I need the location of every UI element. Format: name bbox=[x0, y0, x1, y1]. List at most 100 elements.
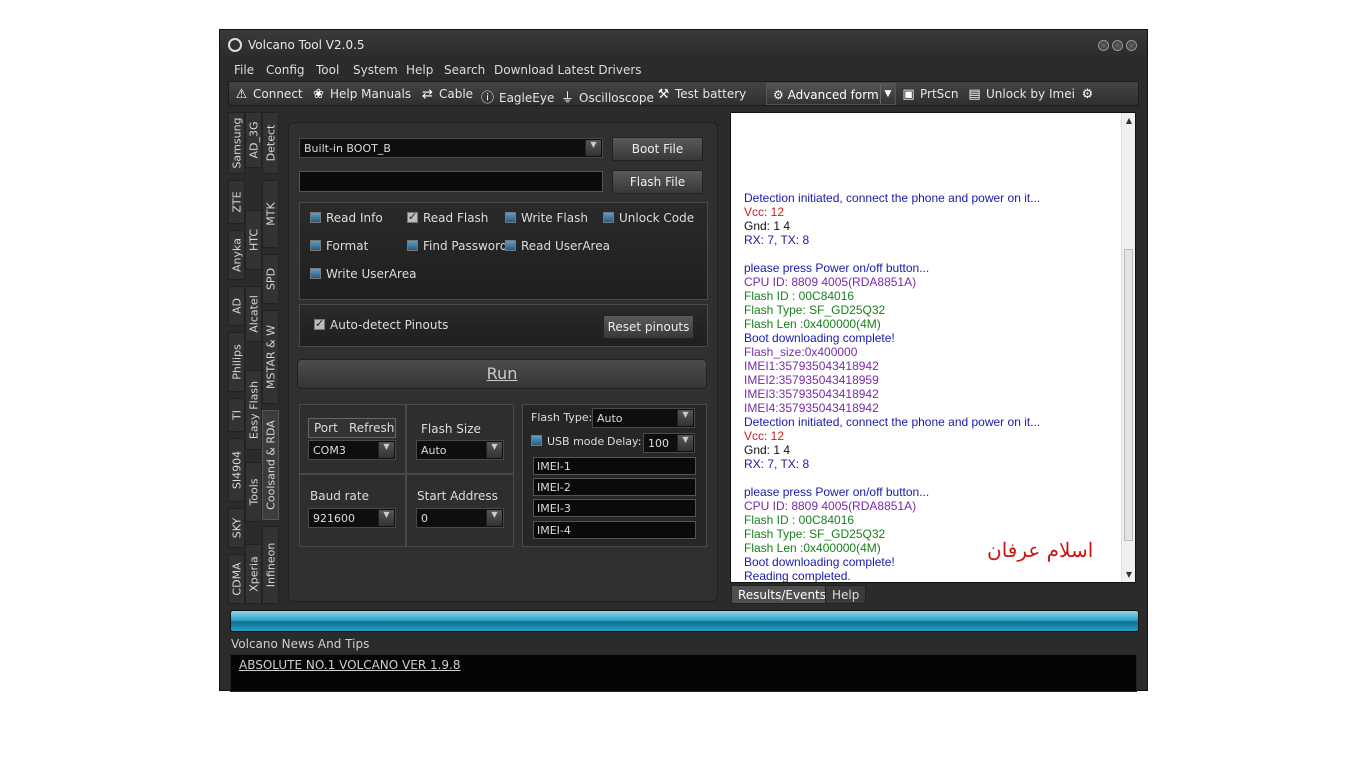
log-line: Detection initiated, connect the phone a… bbox=[744, 191, 1041, 205]
refresh-button[interactable]: Refresh bbox=[349, 421, 394, 435]
read-userarea-checkbox[interactable]: Read UserArea bbox=[505, 239, 610, 253]
minimize-button[interactable] bbox=[1098, 40, 1109, 51]
advanced-form-button[interactable]: ⚙ Advanced form ▼ bbox=[766, 83, 896, 105]
tab-spd[interactable]: SPD bbox=[262, 254, 279, 304]
cable-button[interactable]: ⇄ Cable bbox=[420, 87, 473, 102]
tab-mstar-w[interactable]: MSTAR & W bbox=[262, 310, 279, 404]
tab-easy-flash[interactable]: Easy Flash bbox=[245, 370, 262, 450]
tab-infineon[interactable]: Infineon bbox=[262, 526, 279, 604]
tab-ad[interactable]: AD bbox=[228, 286, 245, 326]
help-manuals-label: Help Manuals bbox=[330, 87, 412, 101]
imei-4-field[interactable]: IMEI-4 bbox=[533, 521, 696, 539]
reset-pinouts-button[interactable]: Reset pinouts bbox=[603, 315, 694, 339]
baud-rate-select[interactable]: 921600 ▼ bbox=[308, 508, 396, 528]
scroll-thumb[interactable] bbox=[1124, 249, 1133, 541]
checkbox-icon bbox=[505, 212, 516, 223]
news-panel: ABSOLUTE NO.1 VOLCANO VER 1.9.8 bbox=[230, 654, 1137, 692]
format-checkbox[interactable]: Format bbox=[310, 239, 368, 253]
auto-detect-pinouts-checkbox[interactable]: Auto-detect Pinouts bbox=[314, 317, 448, 332]
prtscn-label: PrtScn bbox=[920, 87, 959, 101]
tab-mtk[interactable]: MTK bbox=[262, 180, 279, 248]
settings-gear-icon[interactable]: ⚙ bbox=[1080, 87, 1099, 102]
window-controls bbox=[1098, 40, 1137, 51]
tab-alcatel[interactable]: Alcatel bbox=[245, 286, 262, 342]
results-log[interactable]: Detection initiated, connect the phone a… bbox=[730, 112, 1136, 583]
tab-htc[interactable]: HTC bbox=[245, 210, 262, 270]
find-password-checkbox[interactable]: Find Password bbox=[407, 239, 507, 253]
flash-size-select[interactable]: Auto ▼ bbox=[416, 440, 504, 460]
boot-file-button[interactable]: Boot File bbox=[612, 137, 703, 161]
delay-select[interactable]: 100 ▼ bbox=[643, 433, 695, 453]
tab-cdma[interactable]: CDMA bbox=[228, 554, 245, 604]
help-manuals-button[interactable]: ❀ Help Manuals bbox=[311, 87, 411, 102]
flash-size-value: Auto bbox=[421, 444, 447, 457]
write-flash-checkbox[interactable]: Write Flash bbox=[505, 211, 588, 225]
gear-icon: ⚙ bbox=[773, 88, 784, 102]
tab-anyka[interactable]: Anyka bbox=[228, 230, 245, 280]
tab-si4904[interactable]: SI4904 bbox=[228, 438, 245, 502]
port-select[interactable]: COM3 ▼ bbox=[308, 440, 396, 460]
wrench-icon: ⚒ bbox=[657, 87, 670, 102]
flash-type-select[interactable]: Auto ▼ bbox=[592, 408, 695, 428]
eagleeye-button[interactable]: ⓘ EagleEye bbox=[480, 87, 554, 106]
tab-results-events[interactable]: Results/Events bbox=[731, 585, 834, 604]
close-button[interactable] bbox=[1126, 40, 1137, 51]
run-button[interactable]: Run bbox=[297, 359, 707, 389]
flash-file-field[interactable] bbox=[299, 171, 603, 192]
tab-ad-3g[interactable]: AD_3G bbox=[245, 112, 262, 168]
scroll-down-icon[interactable]: ▼ bbox=[1122, 570, 1135, 579]
brand-tabs: Samsung ZTE Anyka AD Philips TI SI4904 S… bbox=[228, 110, 280, 604]
menu-search[interactable]: Search bbox=[444, 63, 485, 77]
menu-tool[interactable]: Tool bbox=[316, 63, 339, 77]
unlock-code-checkbox[interactable]: Unlock Code bbox=[603, 211, 694, 225]
log-scrollbar[interactable]: ▲ ▼ bbox=[1121, 113, 1135, 582]
port-label: Port bbox=[314, 421, 338, 435]
menu-bar: File Config Tool System Help Search Down… bbox=[220, 60, 1147, 80]
connect-button[interactable]: ⚠ Connect bbox=[234, 87, 303, 102]
manual-icon: ❀ bbox=[313, 87, 324, 102]
unlock-by-imei-button[interactable]: ▤ Unlock by Imei bbox=[967, 87, 1075, 102]
tab-detect[interactable]: Detect bbox=[262, 112, 279, 174]
start-address-select[interactable]: 0 ▼ bbox=[416, 508, 504, 528]
tab-samsung[interactable]: Samsung bbox=[228, 112, 245, 174]
menu-download-drivers[interactable]: Download Latest Drivers bbox=[494, 63, 642, 77]
tab-tools[interactable]: Tools bbox=[245, 462, 262, 522]
menu-system[interactable]: System bbox=[353, 63, 398, 77]
prtscn-button[interactable]: ▣ PrtScn bbox=[901, 87, 958, 102]
checkbox-icon bbox=[603, 212, 614, 223]
imei-2-field[interactable]: IMEI-2 bbox=[533, 478, 696, 496]
flash-file-button[interactable]: Flash File bbox=[612, 170, 703, 194]
port-select-value: COM3 bbox=[313, 444, 346, 457]
boot-select[interactable]: Built-in BOOT_B ▼ bbox=[299, 138, 603, 158]
cable-label: Cable bbox=[439, 87, 474, 101]
info-icon: ⓘ bbox=[480, 91, 494, 106]
tab-ti[interactable]: TI bbox=[228, 398, 245, 432]
tab-help[interactable]: Help bbox=[825, 585, 867, 604]
scroll-up-icon[interactable]: ▲ bbox=[1122, 116, 1135, 125]
usb-mode-checkbox[interactable]: USB mode bbox=[531, 435, 604, 448]
tab-xperia[interactable]: Xperia bbox=[245, 544, 262, 604]
imei-1-field[interactable]: IMEI-1 bbox=[533, 457, 696, 475]
menu-file[interactable]: File bbox=[234, 63, 254, 77]
menu-config[interactable]: Config bbox=[266, 63, 305, 77]
read-info-checkbox[interactable]: Read Info bbox=[310, 211, 383, 225]
log-line: IMEI1:357935043418942 bbox=[744, 359, 879, 373]
news-link[interactable]: ABSOLUTE NO.1 VOLCANO VER 1.9.8 bbox=[239, 658, 461, 672]
write-userarea-checkbox[interactable]: Write UserArea bbox=[310, 267, 416, 281]
tab-zte[interactable]: ZTE bbox=[228, 180, 245, 224]
window-title: Volcano Tool V2.0.5 bbox=[248, 38, 365, 52]
chevron-down-icon[interactable]: ▼ bbox=[880, 84, 895, 104]
read-flash-checkbox[interactable]: Read Flash bbox=[407, 210, 488, 225]
log-line: Flash Type: SF_GD25Q32 bbox=[744, 303, 886, 317]
menu-help[interactable]: Help bbox=[406, 63, 433, 77]
maximize-button[interactable] bbox=[1112, 40, 1123, 51]
delay-value: 100 bbox=[648, 437, 669, 450]
tab-coolsand-rda[interactable]: Coolsand & RDA bbox=[262, 410, 279, 520]
imei-3-field[interactable]: IMEI-3 bbox=[533, 499, 696, 517]
oscilloscope-button[interactable]: ⏚ Oscilloscope bbox=[560, 87, 654, 106]
test-battery-button[interactable]: ⚒ Test battery bbox=[656, 87, 747, 102]
tab-sky[interactable]: SKY bbox=[228, 508, 245, 548]
tab-philips[interactable]: Philips bbox=[228, 332, 245, 392]
toolbar: ⚠ Connect ❀ Help Manuals ⇄ Cable ⓘ EagleEye … bbox=[228, 81, 1139, 106]
checkbox-icon bbox=[531, 435, 542, 446]
